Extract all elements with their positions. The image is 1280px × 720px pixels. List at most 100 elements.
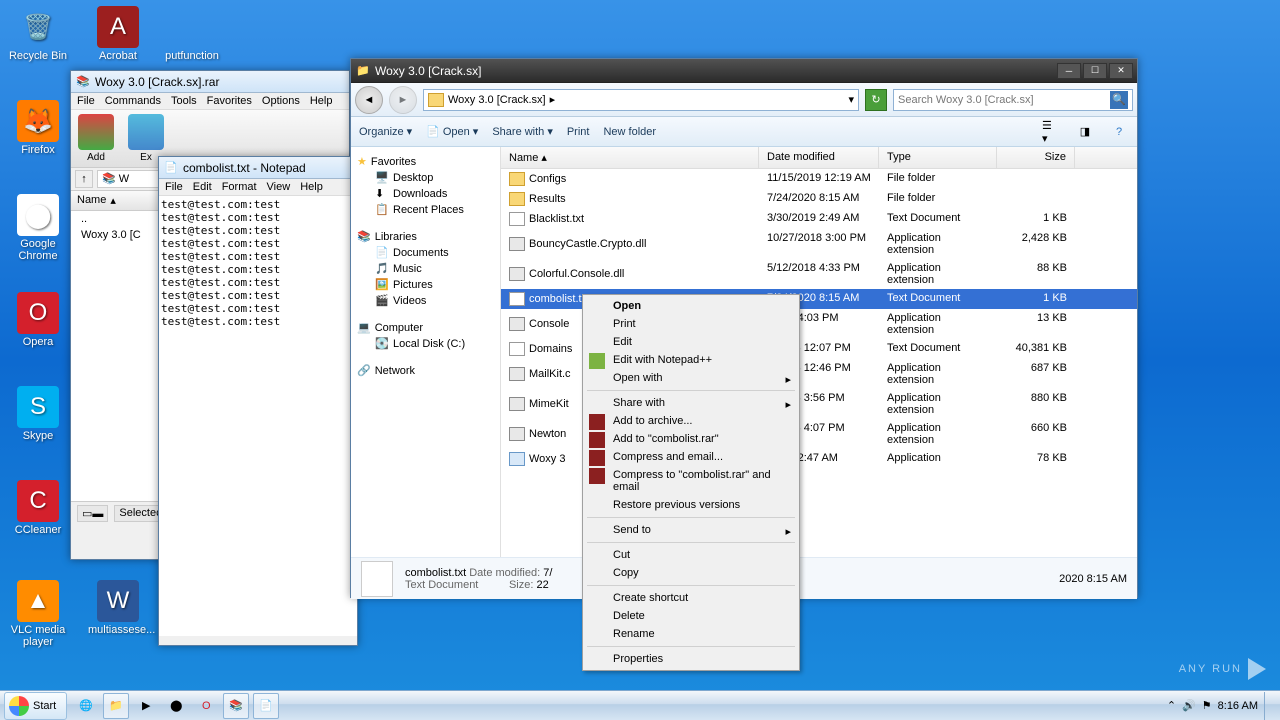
notepad-menu-file[interactable]: File (165, 181, 183, 193)
ctx-send-to[interactable]: Send to▸ (585, 521, 797, 539)
details-type: Text Document (405, 579, 478, 591)
col-type[interactable]: Type (879, 147, 997, 168)
clock[interactable]: 8:16 AM (1218, 700, 1258, 712)
col-name[interactable]: Name ▴ (501, 147, 759, 168)
winrar-tb-add[interactable]: Add (75, 114, 117, 163)
winrar-titlebar[interactable]: 📚 Woxy 3.0 [Crack.sx].rar (71, 71, 349, 93)
desktop-icon-opera[interactable]: OOpera (8, 292, 68, 348)
taskbar-chrome[interactable]: ⬤ (163, 693, 189, 719)
column-headers: Name ▴ Date modified Type Size (501, 147, 1137, 169)
explorer-titlebar[interactable]: 📁 Woxy 3.0 [Crack.sx] ─ ☐ ✕ (351, 59, 1137, 83)
search-icon[interactable]: 🔍 (1110, 91, 1128, 109)
file-row[interactable]: Configs11/15/2019 12:19 AMFile folder (501, 169, 1137, 189)
favorites-header[interactable]: ★Favorites (355, 153, 496, 170)
notepad-menu-format[interactable]: Format (222, 181, 257, 193)
refresh-button[interactable]: ↻ (865, 89, 887, 111)
nav-item-videos[interactable]: 🎬Videos (355, 293, 496, 309)
nav-item-music[interactable]: 🎵Music (355, 261, 496, 277)
nav-item-desktop[interactable]: 🖥️Desktop (355, 170, 496, 186)
dropdown-icon[interactable]: ▾ (848, 93, 854, 106)
col-size[interactable]: Size (997, 147, 1075, 168)
notepad-titlebar[interactable]: 📄 combolist.txt - Notepad (159, 157, 357, 179)
maximize-button[interactable]: ☐ (1083, 63, 1107, 79)
file-row[interactable]: Results7/24/2020 8:15 AMFile folder (501, 189, 1137, 209)
desktop-icon-ccleaner[interactable]: CCCleaner (8, 480, 68, 536)
winrar-menu-tools[interactable]: Tools (171, 95, 197, 107)
volume-icon[interactable]: 🔊 (1182, 699, 1196, 712)
file-row[interactable]: Blacklist.txt3/30/2019 2:49 AMText Docum… (501, 209, 1137, 229)
desktop-icon-skype[interactable]: SSkype (8, 386, 68, 442)
desktop-icon-acrobat[interactable]: AAcrobat (88, 6, 148, 62)
file-row[interactable]: Colorful.Console.dll5/12/2018 4:33 PMApp… (501, 259, 1137, 289)
open-button[interactable]: 📄 Open ▾ (426, 125, 478, 138)
print-button[interactable]: Print (567, 126, 590, 138)
ctx-restore-previous-versions[interactable]: Restore previous versions (585, 496, 797, 514)
desktop-icon-vlc-media-player[interactable]: ▲VLC media player (8, 580, 68, 648)
network-header[interactable]: 🔗 Network (355, 362, 496, 379)
taskbar-explorer[interactable]: 📁 (103, 693, 129, 719)
winrar-menu-file[interactable]: File (77, 95, 95, 107)
winrar-up-icon[interactable]: ↑ (75, 170, 93, 188)
preview-button[interactable]: ◨ (1075, 122, 1095, 142)
winrar-menu-options[interactable]: Options (262, 95, 300, 107)
winrar-menu-favorites[interactable]: Favorites (207, 95, 252, 107)
desktop-icon-putfunction[interactable]: putfunction (162, 6, 222, 62)
ctx-delete[interactable]: Delete (585, 607, 797, 625)
close-button[interactable]: ✕ (1109, 63, 1133, 79)
ctx-compress-to-combolist-rar-and-email[interactable]: Compress to "combolist.rar" and email (585, 466, 797, 496)
show-desktop-button[interactable] (1264, 692, 1272, 720)
ctx-create-shortcut[interactable]: Create shortcut (585, 589, 797, 607)
desktop-icon-google-chrome[interactable]: ⬤Google Chrome (8, 194, 68, 262)
notepad-menu-view[interactable]: View (267, 181, 291, 193)
ctx-edit[interactable]: Edit (585, 333, 797, 351)
file-row[interactable]: BouncyCastle.Crypto.dll10/27/2018 3:00 P… (501, 229, 1137, 259)
start-button[interactable]: Start (4, 692, 67, 720)
ctx-add-to-archive-[interactable]: Add to archive... (585, 412, 797, 430)
winrar-menu-commands[interactable]: Commands (105, 95, 161, 107)
ctx-share-with[interactable]: Share with▸ (585, 394, 797, 412)
ctx-properties[interactable]: Properties (585, 650, 797, 668)
tray-expand-icon[interactable]: ⌃ (1167, 699, 1176, 712)
newfolder-button[interactable]: New folder (603, 126, 656, 138)
ctx-rename[interactable]: Rename (585, 625, 797, 643)
ctx-open-with[interactable]: Open with▸ (585, 369, 797, 387)
ctx-open[interactable]: Open (585, 297, 797, 315)
help-icon[interactable]: ? (1109, 122, 1129, 142)
nav-item-documents[interactable]: 📄Documents (355, 245, 496, 261)
address-bar[interactable]: Woxy 3.0 [Crack.sx] ▸ ▾ (423, 89, 859, 111)
search-input[interactable]: Search Woxy 3.0 [Crack.sx] 🔍 (893, 89, 1133, 111)
desktop-icon-firefox[interactable]: 🦊Firefox (8, 100, 68, 156)
organize-button[interactable]: Organize ▾ (359, 125, 412, 138)
taskbar-notepad[interactable]: 📄 (253, 693, 279, 719)
flag-icon[interactable]: ⚑ (1202, 699, 1212, 712)
ctx-copy[interactable]: Copy (585, 564, 797, 582)
ctx-add-to-combolist-rar-[interactable]: Add to "combolist.rar" (585, 430, 797, 448)
libraries-header[interactable]: 📚 Libraries (355, 228, 496, 245)
view-button[interactable]: ☰ ▾ (1041, 122, 1061, 142)
nav-item-downloads[interactable]: ⬇Downloads (355, 186, 496, 202)
nav-item-recent-places[interactable]: 📋Recent Places (355, 202, 496, 218)
desktop-icon-recycle-bin[interactable]: 🗑️Recycle Bin (8, 6, 68, 62)
winrar-menu-help[interactable]: Help (310, 95, 333, 107)
desktop-icon-multiassese-[interactable]: Wmultiassese... (88, 580, 148, 636)
forward-button[interactable]: ► (389, 86, 417, 114)
share-button[interactable]: Share with ▾ (492, 125, 553, 138)
taskbar-wmp[interactable]: ▶ (133, 693, 159, 719)
taskbar-winrar[interactable]: 📚 (223, 693, 249, 719)
back-button[interactable]: ◄ (355, 86, 383, 114)
nav-item-pictures[interactable]: 🖼️Pictures (355, 277, 496, 293)
ctx-print[interactable]: Print (585, 315, 797, 333)
taskbar-ie[interactable]: 🌐 (73, 693, 99, 719)
notepad-menu-help[interactable]: Help (300, 181, 323, 193)
notepad-menu-edit[interactable]: Edit (193, 181, 212, 193)
notepad-content[interactable]: test@test.com:test test@test.com:test te… (159, 196, 357, 636)
computer-header[interactable]: 💻 Computer (355, 319, 496, 336)
col-date[interactable]: Date modified (759, 147, 879, 168)
ctx-edit-with-notepad-[interactable]: Edit with Notepad++ (585, 351, 797, 369)
minimize-button[interactable]: ─ (1057, 63, 1081, 79)
ctx-compress-and-email-[interactable]: Compress and email... (585, 448, 797, 466)
chevron-down-icon[interactable]: ▸ (550, 93, 556, 106)
nav-item-local-disk-c-[interactable]: 💽Local Disk (C:) (355, 336, 496, 352)
taskbar-opera[interactable]: O (193, 693, 219, 719)
ctx-cut[interactable]: Cut (585, 546, 797, 564)
